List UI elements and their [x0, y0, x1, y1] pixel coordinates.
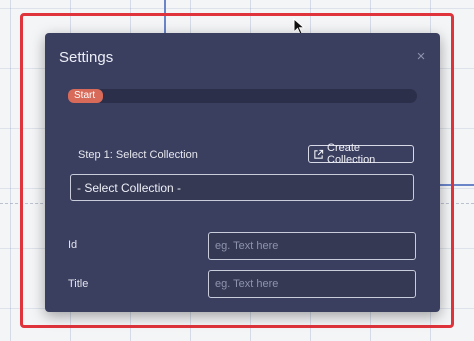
external-link-icon: [314, 149, 324, 159]
dialog-title: Settings: [59, 49, 114, 66]
close-icon[interactable]: ×: [414, 49, 428, 64]
progress-fill: Start: [68, 89, 103, 103]
title-label: Title: [68, 278, 89, 290]
settings-dialog: Settings × Start Step 1: Select Collecti…: [45, 33, 440, 312]
id-label: Id: [68, 239, 78, 251]
create-collection-label: Create Collection: [327, 142, 376, 166]
id-input[interactable]: [208, 232, 416, 260]
collection-select-value: - Select Collection -: [77, 180, 182, 195]
create-collection-button[interactable]: Create Collection: [308, 142, 414, 166]
step-label: Step 1: Select Collection: [78, 149, 198, 161]
progress-bar: Start: [68, 89, 417, 103]
title-input[interactable]: [208, 270, 416, 298]
collection-select[interactable]: - Select Collection -: [70, 174, 414, 201]
